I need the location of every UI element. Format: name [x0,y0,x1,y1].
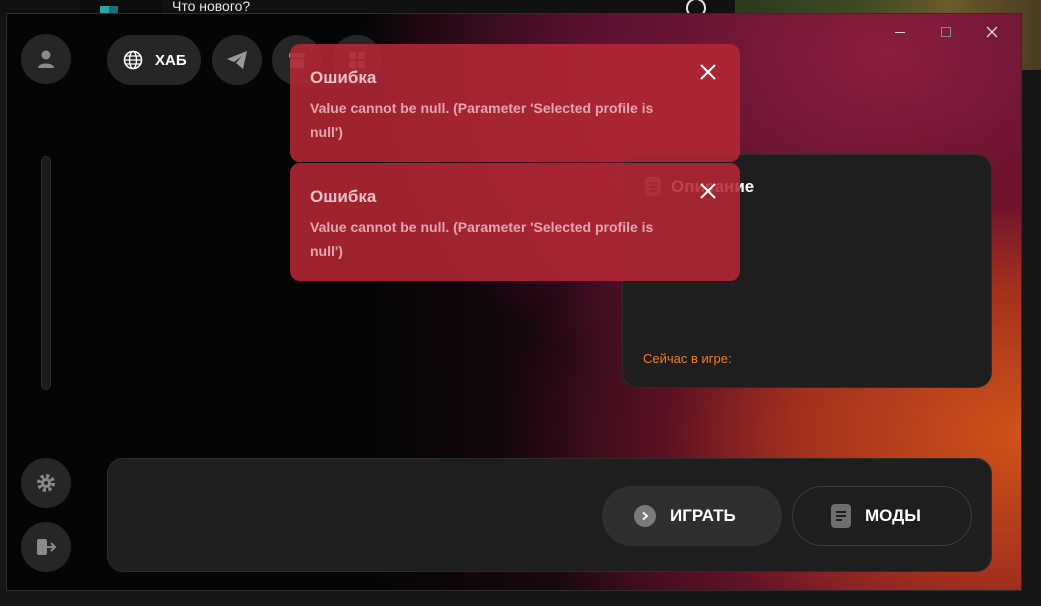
toast-message: Value cannot be null. (Parameter 'Select… [310,100,654,140]
telegram-button[interactable] [212,35,262,85]
play-button[interactable]: ИГРАТЬ [602,486,782,546]
close-icon[interactable] [698,181,718,201]
logout-button[interactable] [21,522,71,572]
mods-list-icon [831,504,851,528]
hub-label: ХАБ [155,51,187,69]
maximize-icon [941,27,951,37]
mods-label: МОДЫ [865,506,921,525]
play-label: ИГРАТЬ [670,506,736,525]
user-icon [38,50,54,68]
close-icon [986,26,998,38]
close-button[interactable] [969,18,1015,46]
profile-button[interactable] [21,34,71,84]
launcher-window: ХАБ Описание Сейчас в игре: [6,13,1022,591]
play-chevron-icon [634,505,656,527]
toast-title: Ошибка [310,187,377,206]
mods-button[interactable]: МОДЫ [792,486,972,546]
telegram-icon [227,51,247,69]
bottom-bar: ИГРАТЬ МОДЫ [107,458,992,572]
minimize-button[interactable] [877,18,923,46]
window-controls [877,18,1015,46]
maximize-button[interactable] [923,18,969,46]
close-icon[interactable] [698,62,718,82]
now-playing-label: Сейчас в игре: [643,351,732,366]
sidebar-scrollbar[interactable] [41,156,51,390]
globe-icon [123,50,143,70]
error-toast: Ошибка Value cannot be null. (Parameter … [290,163,740,281]
hub-button[interactable]: ХАБ [107,35,201,85]
minimize-icon [895,31,905,33]
toast-message: Value cannot be null. (Parameter 'Select… [310,219,654,259]
toast-title: Ошибка [310,68,377,87]
gear-icon [37,474,55,492]
settings-button[interactable] [21,458,71,508]
logout-icon [37,539,57,555]
background-status-input: Что нового? [172,0,251,14]
error-toast: Ошибка Value cannot be null. (Parameter … [290,44,740,162]
